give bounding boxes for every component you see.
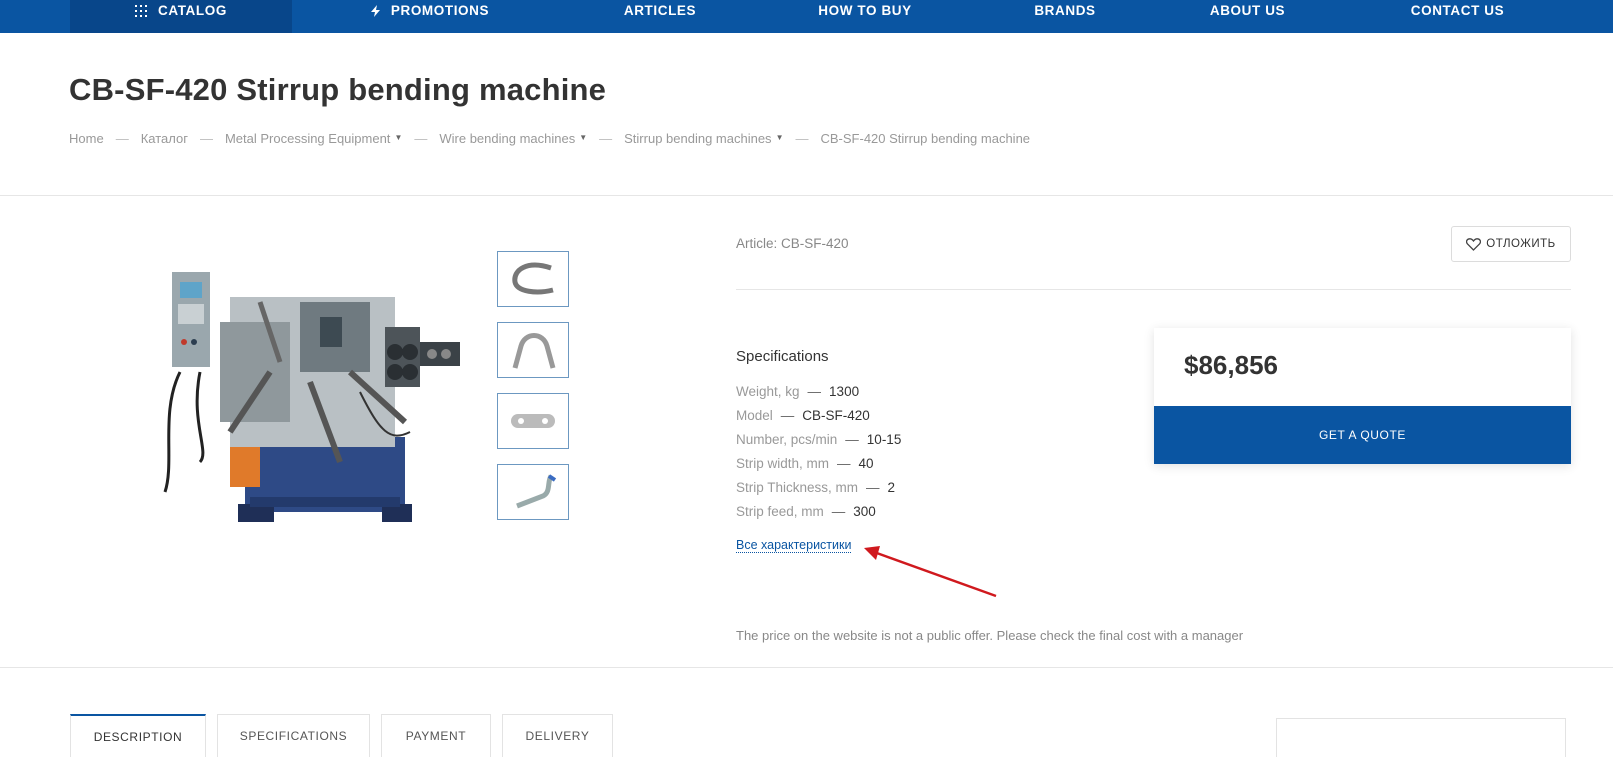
breadcrumb-catalog[interactable]: Каталог [141,131,188,146]
spec-row: Strip Thickness, mm — 2 [736,476,901,500]
caret-down-icon[interactable]: ▼ [394,133,402,142]
nav-contact-us-label: CONTACT US [1410,3,1505,18]
caret-down-icon[interactable]: ▼ [579,133,587,142]
save-for-later-button[interactable]: ОТЛОЖИТЬ [1451,226,1571,262]
breadcrumb-separator: — [795,131,809,146]
get-a-quote-button[interactable]: GET A QUOTE [1154,406,1571,464]
tab-delivery[interactable]: DELIVERY [502,714,613,757]
spec-value: 1300 [829,384,860,399]
grid-dots-icon [135,4,148,17]
breadcrumb-current: CB-SF-420 Stirrup bending machine [820,131,1031,146]
product-price: $86,856 [1184,350,1278,380]
spec-row: Weight, kg — 1300 [736,380,901,404]
product-thumbnail[interactable] [497,464,569,520]
spec-row: Strip width, mm — 40 [736,452,901,476]
spec-value: 40 [858,456,874,471]
spec-value: 300 [853,504,876,519]
tab-description[interactable]: DESCRIPTION [70,714,206,757]
spec-key: Number, pcs/min [736,432,838,447]
nav-brands[interactable]: BRANDS [1020,0,1110,33]
breadcrumb-separator: — [414,131,428,146]
all-specifications-link[interactable]: Все характеристики [736,538,852,553]
nav-promotions-label: PROMOTIONS [390,3,490,18]
page-title: CB-SF-420 Stirrup bending machine [69,72,607,107]
tab-payment[interactable]: PAYMENT [381,714,491,757]
spec-dash: — [866,480,880,495]
spec-dash: — [837,456,851,471]
spec-dash: — [807,384,822,399]
product-thumbnail[interactable] [497,322,569,378]
breadcrumb-wire-bending[interactable]: Wire bending machines [439,131,575,146]
annotation-arrow-icon [864,546,997,598]
breadcrumb-metal-processing[interactable]: Metal Processing Equipment [225,131,390,146]
nav-about-us-label: ABOUT US [1209,3,1286,18]
nav-promotions[interactable]: PROMOTIONS [355,0,505,33]
specifications-list: Weight, kg — 1300 Model — CB-SF-420 Number, … [736,380,901,524]
section-divider [0,667,1613,668]
spec-key: Strip width, mm [736,456,830,471]
product-thumbnail[interactable] [497,251,569,307]
heart-icon [1466,237,1482,251]
spec-value: CB-SF-420 [802,408,870,423]
breadcrumb-separator: — [115,131,129,146]
spec-value: 10-15 [866,432,902,447]
sidebar-box [1276,718,1566,757]
save-for-later-label: ОТЛОЖИТЬ [1486,238,1556,250]
spec-row: Strip feed, mm — 300 [736,500,901,524]
nav-articles[interactable]: ARTICLES [610,0,710,33]
price-box: $86,856 GET A QUOTE [1154,328,1571,464]
spec-key: Model [736,408,773,423]
price-disclaimer: The price on the website is not a public… [736,628,1244,643]
product-main-image[interactable] [160,262,480,542]
breadcrumb-separator: — [199,131,213,146]
lightning-icon [370,4,380,17]
spec-key: Strip feed, mm [736,504,824,519]
spec-dash: — [845,432,859,447]
nav-articles-label: ARTICLES [623,3,697,18]
nav-brands-label: BRANDS [1034,3,1096,18]
spec-row: Number, pcs/min — 10-15 [736,428,901,452]
breadcrumb-stirrup-bending[interactable]: Stirrup bending machines [624,131,771,146]
section-divider [0,195,1613,196]
product-article: Article: CB-SF-420 [736,236,849,251]
product-thumbnail[interactable] [497,393,569,449]
nav-about-us[interactable]: ABOUT US [1195,0,1300,33]
spec-row: Model — CB-SF-420 [736,404,901,428]
nav-catalog-label: CATALOG [158,3,227,18]
caret-down-icon[interactable]: ▼ [776,133,784,142]
spec-value: 2 [887,480,896,495]
spec-key: Weight, kg [736,384,800,399]
spec-dash: — [831,504,846,519]
top-navigation: CATALOG PROMOTIONS ARTICLES HOW TO BUY B… [0,0,1613,33]
breadcrumb-separator: — [599,131,613,146]
breadcrumb: Home — Каталог — Metal Processing Equipm… [69,131,1030,146]
nav-catalog[interactable]: CATALOG [70,0,292,33]
info-divider [736,289,1571,290]
nav-how-to-buy[interactable]: HOW TO BUY [805,0,925,33]
spec-key: Strip Thickness, mm [736,480,859,495]
nav-contact-us[interactable]: CONTACT US [1395,0,1520,33]
nav-how-to-buy-label: HOW TO BUY [818,3,912,18]
tab-specifications[interactable]: SPECIFICATIONS [217,714,370,757]
specifications-title: Specifications [736,348,829,365]
spec-dash: — [780,408,795,423]
breadcrumb-home[interactable]: Home [69,131,104,146]
